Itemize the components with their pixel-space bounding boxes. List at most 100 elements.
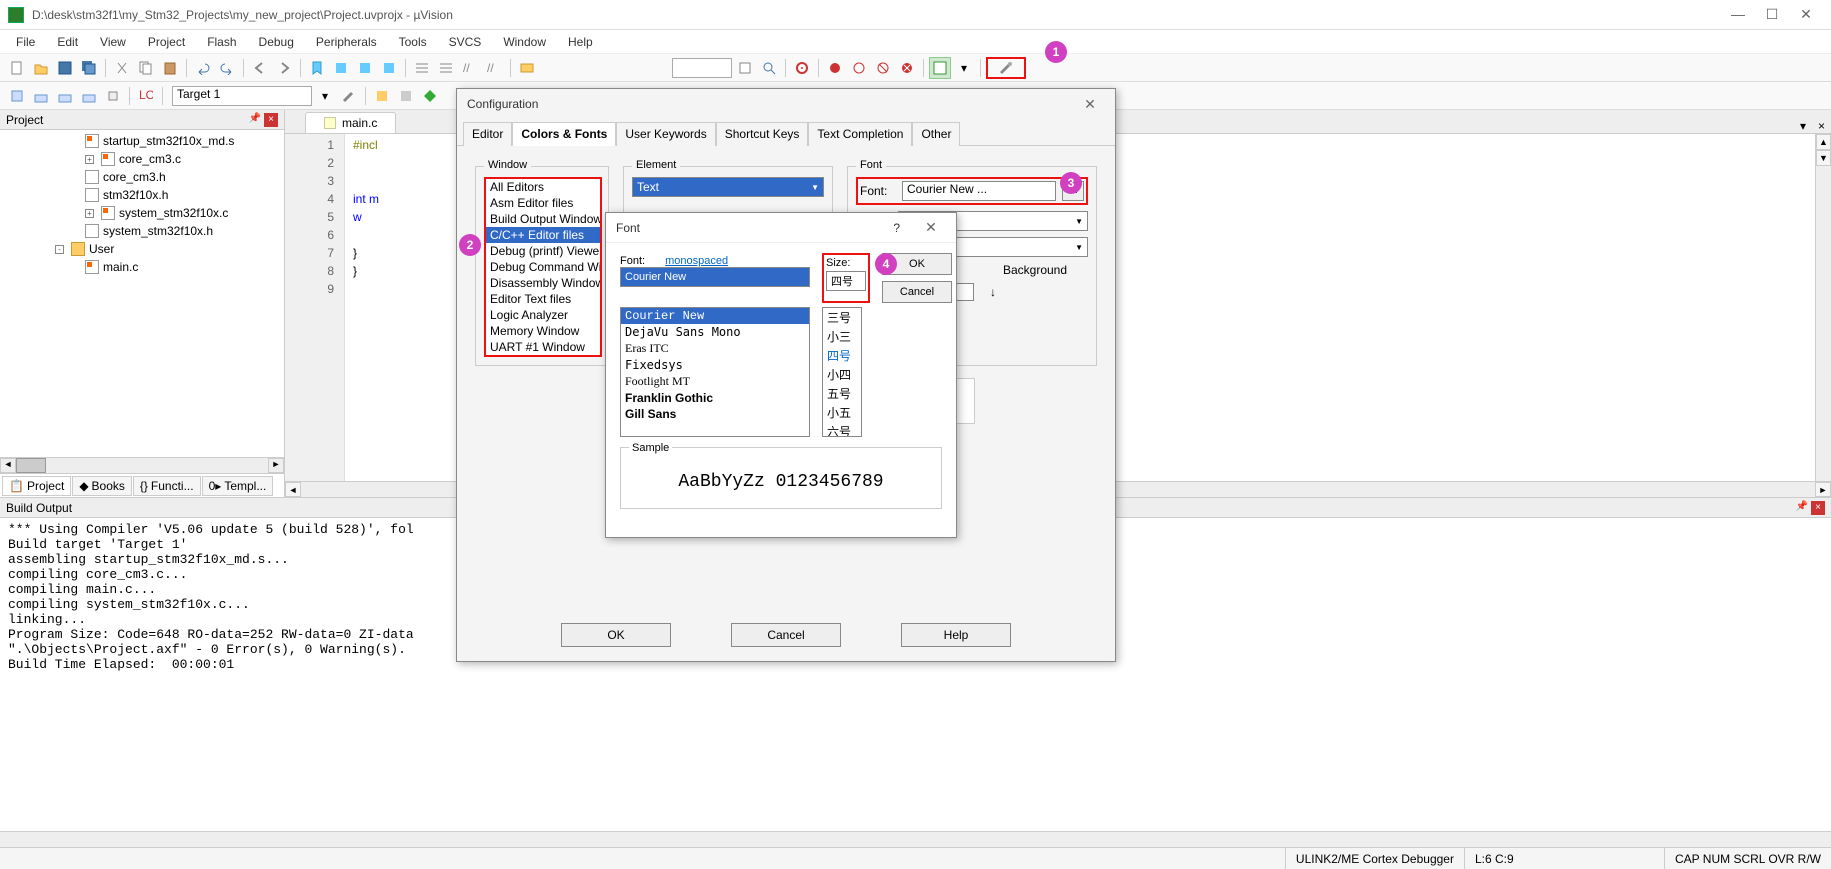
manage-project-icon[interactable] bbox=[371, 85, 393, 107]
layout-dropdown-icon[interactable]: ▾ bbox=[953, 57, 975, 79]
tree-item[interactable]: core_cm3.h bbox=[0, 168, 284, 186]
window-list-item[interactable]: Logic Analyzer bbox=[486, 307, 600, 323]
tree-item[interactable]: system_stm32f10x.h bbox=[0, 222, 284, 240]
copy-icon[interactable] bbox=[135, 57, 157, 79]
window-list-item[interactable]: All Editors bbox=[486, 179, 600, 195]
menu-view[interactable]: View bbox=[90, 33, 136, 51]
undo-icon[interactable] bbox=[192, 57, 214, 79]
code-text[interactable]: #incl int m w } } bbox=[345, 134, 379, 481]
font-list-item[interactable]: Footlight MT bbox=[621, 373, 809, 390]
font-cancel-button[interactable]: Cancel bbox=[882, 281, 952, 303]
build-hscrollbar[interactable] bbox=[0, 831, 1831, 847]
window-list-item[interactable]: Debug Command Win bbox=[486, 259, 600, 275]
tree-item[interactable]: -User bbox=[0, 240, 284, 258]
tree-item[interactable]: startup_stm32f10x_md.s bbox=[0, 132, 284, 150]
config-tab-other[interactable]: Other bbox=[912, 122, 960, 146]
pin-icon[interactable]: 📌 bbox=[248, 113, 262, 127]
window-listbox[interactable]: All EditorsAsm Editor filesBuild Output … bbox=[484, 177, 602, 357]
save-all-icon[interactable] bbox=[78, 57, 100, 79]
window-list-item[interactable]: Memory Window bbox=[486, 323, 600, 339]
bg-dropdown-icon[interactable]: ↓ bbox=[990, 285, 996, 299]
save-icon[interactable] bbox=[54, 57, 76, 79]
find-icon[interactable] bbox=[516, 57, 538, 79]
uncomment-icon[interactable]: // bbox=[483, 57, 505, 79]
window-layout-icon[interactable] bbox=[929, 57, 951, 79]
menu-file[interactable]: File bbox=[6, 33, 45, 51]
menu-flash[interactable]: Flash bbox=[197, 33, 246, 51]
window-list-item[interactable]: Asm Editor files bbox=[486, 195, 600, 211]
menu-tools[interactable]: Tools bbox=[389, 33, 437, 51]
element-combo[interactable]: Text▼ bbox=[632, 177, 824, 197]
font-list-item[interactable]: Courier New bbox=[621, 308, 809, 324]
font-close-icon[interactable]: ✕ bbox=[916, 219, 946, 236]
menu-help[interactable]: Help bbox=[558, 33, 603, 51]
config-help-button[interactable]: Help bbox=[901, 623, 1011, 647]
config-tab-editor[interactable]: Editor bbox=[463, 122, 512, 146]
project-tree[interactable]: startup_stm32f10x_md.s+core_cm3.ccore_cm… bbox=[0, 130, 284, 457]
options-icon[interactable] bbox=[338, 85, 360, 107]
build-pin-icon[interactable]: 📌 bbox=[1795, 501, 1809, 515]
tree-item[interactable]: +core_cm3.c bbox=[0, 150, 284, 168]
bookmark-next-icon[interactable] bbox=[354, 57, 376, 79]
configure-button[interactable] bbox=[986, 57, 1026, 79]
open-file-icon[interactable] bbox=[30, 57, 52, 79]
indent-icon[interactable] bbox=[411, 57, 433, 79]
comment-icon[interactable]: // bbox=[459, 57, 481, 79]
tabs-close-icon[interactable]: × bbox=[1812, 119, 1831, 133]
cut-icon[interactable] bbox=[111, 57, 133, 79]
build-close-icon[interactable]: × bbox=[1811, 501, 1825, 515]
window-list-item[interactable]: Debug (printf) Viewer bbox=[486, 243, 600, 259]
file-ext-icon[interactable] bbox=[395, 85, 417, 107]
size-listbox[interactable]: 三号小三四号小四五号小五六号小六七号八号 bbox=[822, 307, 862, 437]
stop-build-icon[interactable] bbox=[102, 85, 124, 107]
config-tab-shortcut-keys[interactable]: Shortcut Keys bbox=[716, 122, 809, 146]
panel-close-icon[interactable]: × bbox=[264, 113, 278, 127]
breakpoint-enable-icon[interactable] bbox=[848, 57, 870, 79]
menu-debug[interactable]: Debug bbox=[249, 33, 304, 51]
font-list-item[interactable]: Franklin Gothic bbox=[621, 390, 809, 406]
menu-window[interactable]: Window bbox=[493, 33, 556, 51]
font-size-input[interactable] bbox=[826, 271, 866, 291]
debug-icon[interactable] bbox=[791, 57, 813, 79]
minimize-button[interactable]: — bbox=[1731, 8, 1745, 22]
config-tab-colors-fonts[interactable]: Colors & Fonts bbox=[512, 122, 616, 146]
tab-project[interactable]: 📋Project bbox=[2, 476, 71, 496]
editor-vscrollbar[interactable]: ▲▼ bbox=[1815, 134, 1831, 481]
size-list-item[interactable]: 四号 bbox=[823, 346, 861, 365]
breakpoint-disable-icon[interactable] bbox=[872, 57, 894, 79]
menu-edit[interactable]: Edit bbox=[47, 33, 88, 51]
size-list-item[interactable]: 五号 bbox=[823, 384, 861, 403]
window-list-item[interactable]: Build Output Window bbox=[486, 211, 600, 227]
incremental-find-icon[interactable] bbox=[758, 57, 780, 79]
size-list-item[interactable]: 六号 bbox=[823, 422, 861, 437]
project-hscrollbar[interactable]: ◄► bbox=[0, 457, 284, 473]
tab-templates[interactable]: 0▸Templ... bbox=[202, 476, 274, 496]
config-close-icon[interactable]: ✕ bbox=[1075, 96, 1105, 113]
config-ok-button[interactable]: OK bbox=[561, 623, 671, 647]
font-list-item[interactable]: Fixedsys bbox=[621, 357, 809, 373]
tab-functions[interactable]: {}Functi... bbox=[133, 476, 201, 496]
size-list-item[interactable]: 三号 bbox=[823, 308, 861, 327]
redo-icon[interactable] bbox=[216, 57, 238, 79]
paste-icon[interactable] bbox=[159, 57, 181, 79]
outdent-icon[interactable] bbox=[435, 57, 457, 79]
font-list-item[interactable]: DejaVu Sans Mono bbox=[621, 324, 809, 340]
menu-svcs[interactable]: SVCS bbox=[439, 33, 492, 51]
font-listbox[interactable]: Courier NewDejaVu Sans MonoEras ITCFixed… bbox=[620, 307, 810, 437]
monospaced-link[interactable]: monospaced bbox=[665, 255, 728, 267]
window-list-item[interactable]: UART #2 Window bbox=[486, 355, 600, 357]
window-list-item[interactable]: Disassembly Window bbox=[486, 275, 600, 291]
font-list-item[interactable]: Gill Sans bbox=[621, 406, 809, 422]
close-button[interactable]: ✕ bbox=[1799, 8, 1813, 22]
build-icon[interactable] bbox=[30, 85, 52, 107]
font-list-item[interactable]: Eras ITC bbox=[621, 340, 809, 357]
config-tab-text-completion[interactable]: Text Completion bbox=[808, 122, 912, 146]
editor-tab-main[interactable]: main.c bbox=[305, 112, 396, 133]
nav-fwd-icon[interactable] bbox=[273, 57, 295, 79]
batch-build-icon[interactable] bbox=[78, 85, 100, 107]
rebuild-icon[interactable] bbox=[54, 85, 76, 107]
tabs-dropdown-icon[interactable]: ▾ bbox=[1794, 119, 1812, 133]
config-cancel-button[interactable]: Cancel bbox=[731, 623, 841, 647]
size-list-item[interactable]: 小四 bbox=[823, 365, 861, 384]
size-list-item[interactable]: 小五 bbox=[823, 403, 861, 422]
